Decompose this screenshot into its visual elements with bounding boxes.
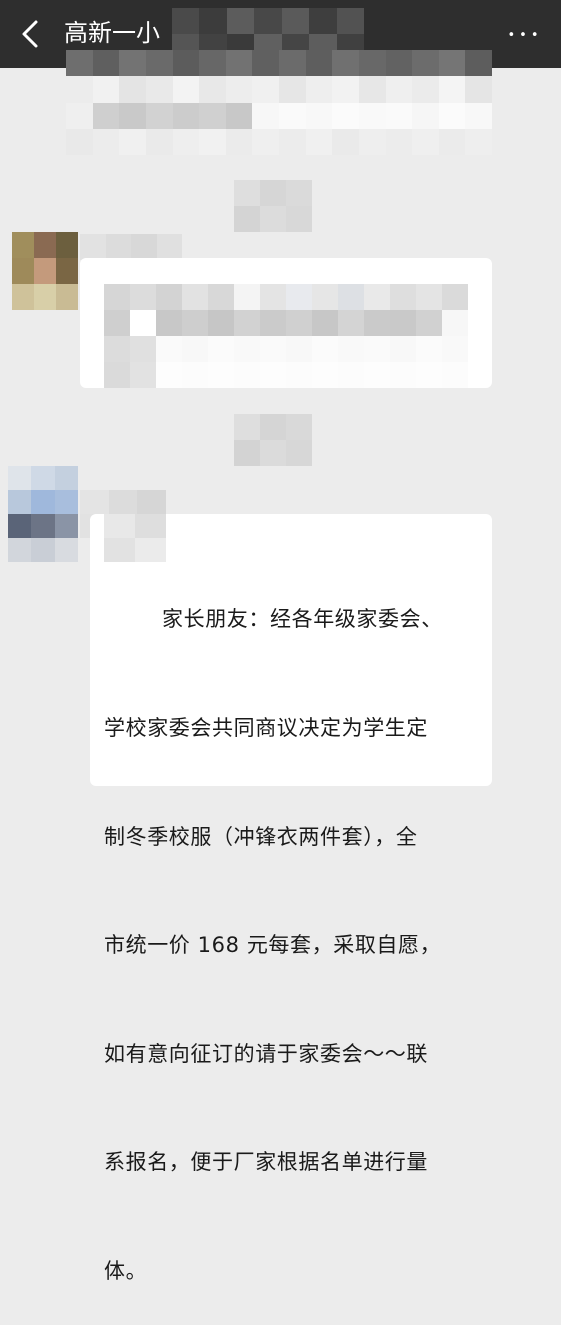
more-horizontal-icon: ••• bbox=[507, 28, 543, 43]
chevron-left-icon bbox=[22, 20, 38, 48]
pixelated-message-1 bbox=[66, 50, 492, 155]
avatar-pixelated-2[interactable] bbox=[8, 466, 78, 562]
message-line: 制冬季校服（冲锋衣两件套），全 bbox=[104, 824, 418, 849]
avatar-pixelated[interactable] bbox=[12, 232, 78, 310]
chat-title: 高新一小 bbox=[64, 19, 160, 47]
back-button[interactable] bbox=[14, 14, 48, 54]
message-line: 家长朋友：经各年级家委会、 bbox=[162, 607, 443, 632]
message-line: 体。 bbox=[104, 1259, 148, 1284]
message-line: 市统一价 168 元每套，采取自愿， bbox=[104, 933, 442, 958]
pixelated-timestamp-1 bbox=[234, 180, 312, 232]
pixelated-timestamp-2 bbox=[234, 414, 312, 466]
message-line: 系报名，便于厂家根据名单进行量 bbox=[104, 1150, 428, 1175]
message-text: 家长朋友：经各年级家委会、 学校家委会共同商议决定为学生定 制冬季校服（冲锋衣两… bbox=[104, 529, 490, 1325]
message-line: 如有意向征订的请于家委会～～联 bbox=[104, 1041, 428, 1066]
more-button[interactable]: ••• bbox=[507, 20, 543, 48]
pixelated-sender-name-1 bbox=[80, 234, 182, 260]
message-line: 学校家委会共同商议决定为学生定 bbox=[104, 716, 428, 741]
pixelated-message-2 bbox=[104, 284, 468, 388]
